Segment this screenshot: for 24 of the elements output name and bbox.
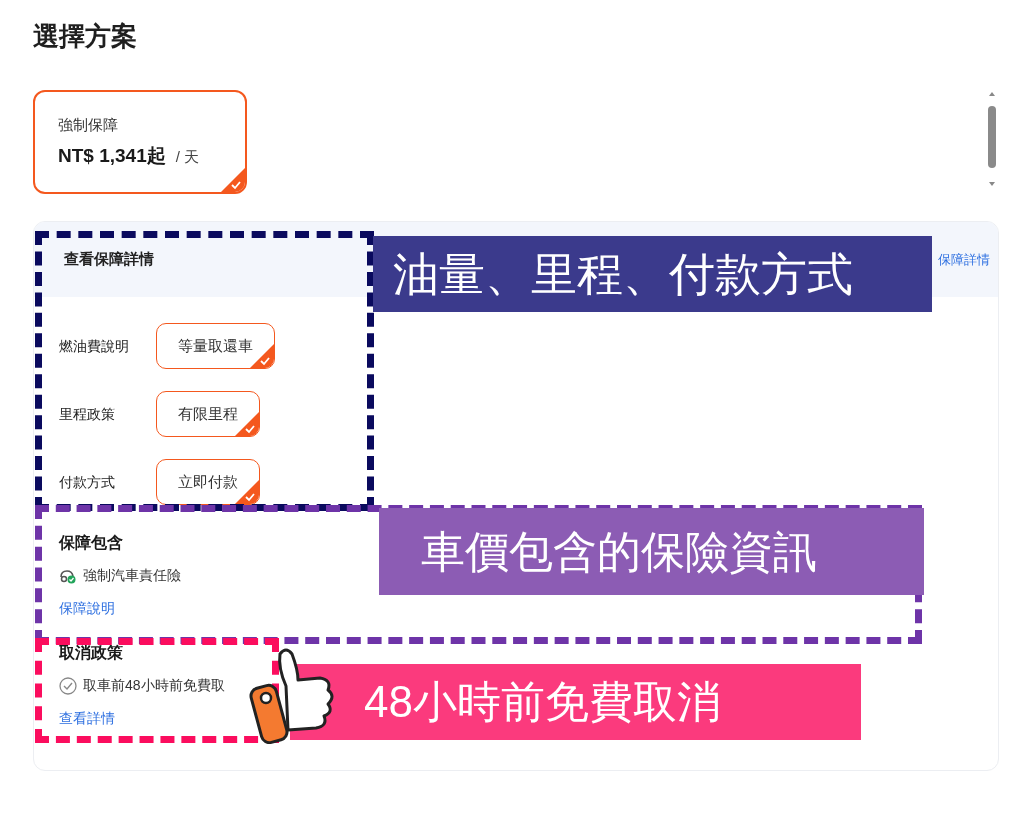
callout-label: 車價包含的保險資訊 bbox=[379, 508, 924, 595]
section-title: 選擇方案 bbox=[33, 20, 138, 53]
info-link[interactable]: 查看詳情 bbox=[59, 708, 115, 729]
info-link[interactable]: 保障說明 bbox=[59, 598, 115, 619]
section-heading: 保障包含 bbox=[59, 533, 123, 553]
plan-card[interactable]: 強制保障 NT$ 1,341起 / 天 bbox=[33, 90, 247, 194]
section-heading: 取消政策 bbox=[59, 643, 123, 663]
option-label: 里程政策 bbox=[59, 404, 116, 424]
plan-name: 強制保障 bbox=[58, 115, 119, 135]
callout-label: 油量、里程、付款方式 bbox=[373, 236, 932, 312]
option-button[interactable]: 有限里程 bbox=[156, 391, 260, 437]
option-button[interactable]: 立即付款 bbox=[156, 459, 260, 505]
callout-label: 48小時前免費取消 bbox=[290, 664, 861, 740]
option-button[interactable]: 等量取還車 bbox=[156, 323, 275, 369]
policy-text: 強制汽車責任險 bbox=[83, 566, 181, 585]
policy-text: 取車前48小時前免費取 bbox=[83, 676, 225, 695]
check-circle-icon bbox=[59, 676, 77, 695]
plan-price: NT$ 1,341起 bbox=[58, 144, 166, 168]
price-unit: / 天 bbox=[175, 147, 200, 167]
option-label: 燃油費說明 bbox=[59, 336, 130, 356]
details-link[interactable]: 保障詳情 bbox=[938, 249, 990, 270]
header-title: 查看保障詳情 bbox=[64, 249, 154, 270]
thumbs-up-icon bbox=[248, 646, 336, 744]
option-label: 付款方式 bbox=[59, 472, 116, 492]
